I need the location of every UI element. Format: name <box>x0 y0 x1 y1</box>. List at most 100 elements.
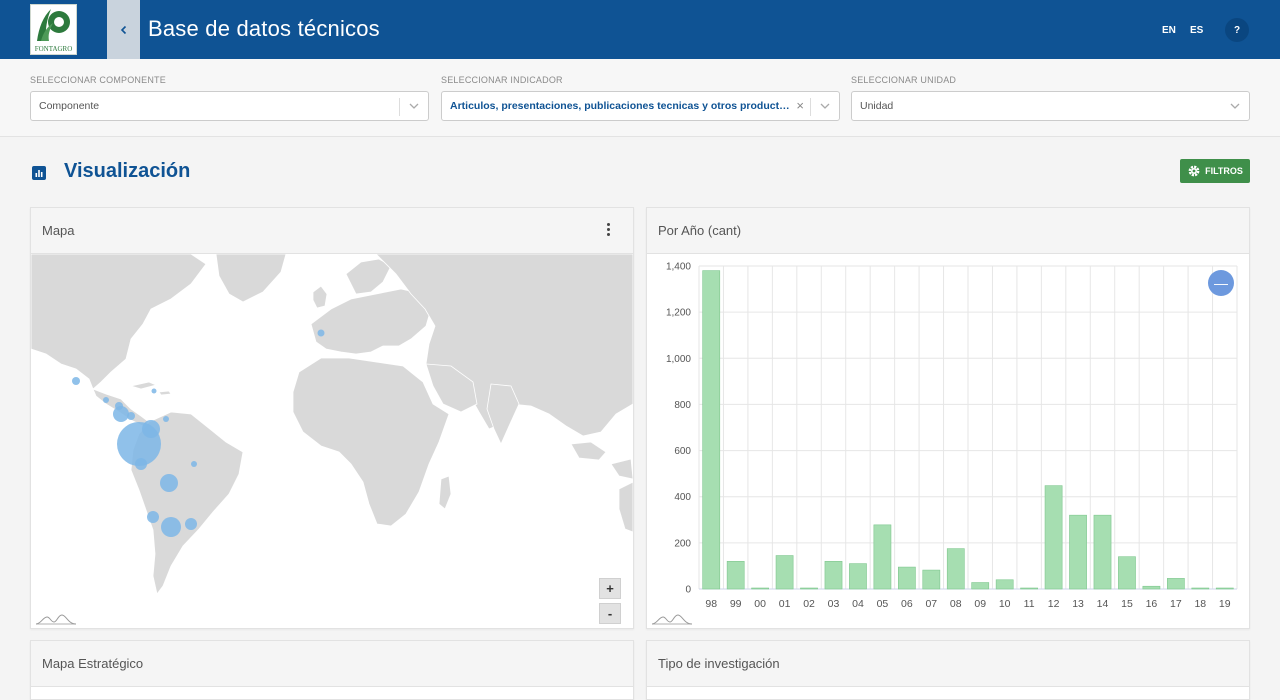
x-tick-label: 17 <box>1170 598 1182 610</box>
map-bubble[interactable] <box>163 416 169 422</box>
bar-13[interactable] <box>1069 514 1087 590</box>
bar-05[interactable] <box>873 524 892 590</box>
x-tick-label: 01 <box>779 598 791 610</box>
world-map-svg[interactable] <box>31 254 633 628</box>
map-bubble[interactable] <box>127 412 135 420</box>
app-header: FONTAGRO Base de datos técnicos EN ES ? <box>0 0 1280 59</box>
map-card: Mapa + - <box>30 207 634 629</box>
research-type-card-title: Tipo de investigación <box>658 656 780 671</box>
bar-03[interactable] <box>824 561 843 590</box>
map-bubble[interactable] <box>103 397 109 403</box>
map-card-title: Mapa <box>42 223 75 238</box>
highcharts-credit-icon[interactable] <box>651 613 693 625</box>
y-tick-label: 0 <box>685 585 691 596</box>
strategic-map-card-header: Mapa Estratégico <box>31 641 633 687</box>
x-tick-label: 05 <box>877 598 889 610</box>
bar-18[interactable] <box>1191 587 1210 590</box>
unit-select[interactable]: Unidad <box>851 91 1250 121</box>
page-title: Base de datos técnicos <box>148 16 380 41</box>
world-map[interactable]: + - <box>31 254 633 628</box>
component-select[interactable]: Componente <box>30 91 429 121</box>
fontagro-logo[interactable]: FONTAGRO <box>30 4 77 55</box>
x-tick-label: 13 <box>1072 598 1084 610</box>
x-tick-label: 99 <box>730 598 742 610</box>
year-bar-chart: 0 200 400 600 800 1,000 1,200 1,400 98 99 00 01 02 0… <box>647 254 1249 628</box>
bar-chart-icon <box>32 166 46 180</box>
selector-bar: SELECCIONAR COMPONENTE Componente SELECC… <box>0 59 1280 137</box>
map-bubble[interactable] <box>113 406 129 422</box>
y-tick-label: 200 <box>674 538 691 549</box>
strategic-map-card-title: Mapa Estratégico <box>42 656 144 671</box>
chevron-down-icon[interactable] <box>408 100 420 112</box>
map-bubble[interactable] <box>160 474 178 492</box>
x-tick-label: 15 <box>1121 598 1133 610</box>
bar-15[interactable] <box>1118 556 1136 590</box>
strategic-map-card: Mapa Estratégico <box>30 640 634 700</box>
zoom-out-button[interactable]: - <box>599 603 621 624</box>
filters-button-label: FILTROS <box>1205 166 1243 176</box>
x-tick-label: 19 <box>1219 598 1231 610</box>
bar-98[interactable] <box>702 270 721 590</box>
map-bubble[interactable] <box>135 458 147 470</box>
chart-y-ticks: 0 200 400 600 800 1,000 1,200 1,400 <box>666 262 691 596</box>
chevron-left-icon <box>120 25 126 34</box>
bar-99[interactable] <box>726 561 745 590</box>
highcharts-credit-icon[interactable] <box>35 613 77 625</box>
unit-selector: SELECCIONAR UNIDAD Unidad <box>851 75 1250 121</box>
bar-07[interactable] <box>922 569 941 590</box>
help-button[interactable]: ? <box>1225 18 1249 42</box>
component-select-value: Componente <box>39 100 100 112</box>
x-tick-label: 14 <box>1097 598 1109 610</box>
filters-button[interactable]: FILTROS <box>1180 159 1250 183</box>
map-bubble[interactable] <box>151 388 157 394</box>
map-bubble[interactable] <box>191 461 197 467</box>
sidebar-toggle-button[interactable] <box>107 0 140 59</box>
bar-02[interactable] <box>800 587 818 590</box>
bar-04[interactable] <box>849 563 867 590</box>
lang-en-link[interactable]: EN <box>1162 25 1176 36</box>
x-tick-label: 98 <box>705 598 717 610</box>
gear-icon <box>1188 165 1200 177</box>
chart-x-ticks: 98 99 00 01 02 03 04 05 06 07 08 09 10 11 12 13 14 15 16 17… <box>705 598 1230 610</box>
chart-grid <box>698 265 1238 590</box>
indicator-select-value: Articulos, presentaciones, publicaciones… <box>450 100 790 112</box>
bar-08[interactable] <box>946 548 965 590</box>
bar-16[interactable] <box>1142 585 1161 590</box>
chevron-down-icon[interactable] <box>819 100 831 112</box>
lang-es-link[interactable]: ES <box>1190 25 1203 36</box>
bar-14[interactable] <box>1093 514 1112 590</box>
bar-00[interactable] <box>751 587 769 590</box>
map-bubble[interactable] <box>185 518 197 530</box>
map-bubble[interactable] <box>161 517 181 537</box>
y-tick-label: 600 <box>674 446 691 457</box>
x-tick-label: 16 <box>1146 598 1158 610</box>
bar-09[interactable] <box>971 582 990 590</box>
research-type-card-header: Tipo de investigación <box>647 641 1249 687</box>
component-selector: SELECCIONAR COMPONENTE Componente <box>30 75 429 121</box>
bar-19[interactable] <box>1215 587 1234 590</box>
bar-12[interactable] <box>1044 485 1063 590</box>
clear-icon[interactable]: × <box>796 99 804 112</box>
bar-01[interactable] <box>775 555 794 590</box>
map-card-header: Mapa <box>31 208 633 254</box>
y-tick-label: 1,400 <box>666 262 691 273</box>
map-bubble[interactable] <box>317 329 325 337</box>
y-tick-label: 1,000 <box>666 354 691 365</box>
map-land <box>31 254 633 595</box>
bar-11[interactable] <box>1020 587 1038 590</box>
bar-17[interactable] <box>1167 578 1185 590</box>
x-tick-label: 04 <box>852 598 864 610</box>
bar-10[interactable] <box>995 579 1014 590</box>
y-tick-label: 1,200 <box>666 308 691 319</box>
chevron-down-icon[interactable] <box>1229 100 1241 112</box>
more-options-icon[interactable] <box>603 222 613 238</box>
research-type-card: Tipo de investigación <box>646 640 1250 700</box>
map-bubble[interactable] <box>72 377 80 385</box>
reset-zoom-button[interactable]: — <box>1208 270 1234 296</box>
x-tick-label: 11 <box>1024 598 1035 610</box>
y-tick-label: 400 <box>674 492 691 503</box>
indicator-select[interactable]: Articulos, presentaciones, publicaciones… <box>441 91 840 121</box>
zoom-in-button[interactable]: + <box>599 578 621 599</box>
bar-06[interactable] <box>898 566 916 590</box>
map-bubble[interactable] <box>147 511 159 523</box>
